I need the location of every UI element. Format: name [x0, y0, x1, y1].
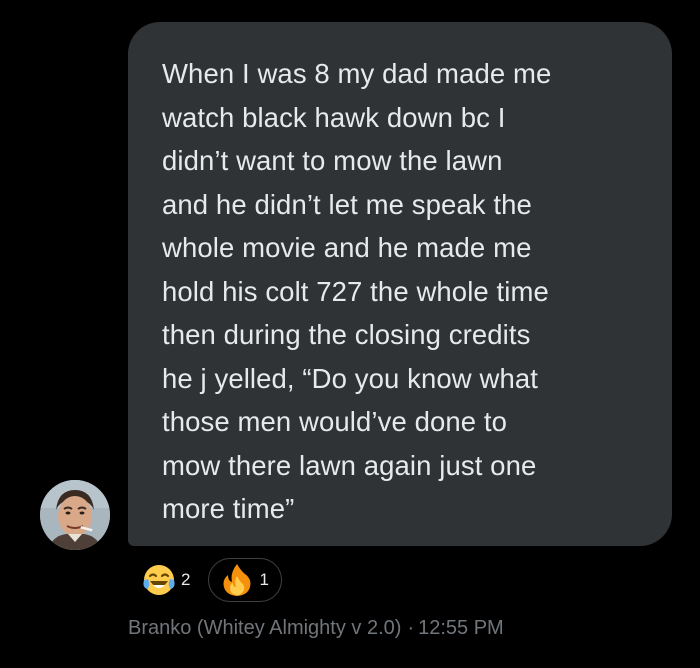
- message-bubble[interactable]: When I was 8 my dad made me watch black …: [128, 22, 672, 546]
- sender-name[interactable]: Branko (Whitey Almighty v 2.0): [128, 617, 401, 639]
- message-meta: Branko (Whitey Almighty v 2.0) · 12:55 PM: [128, 617, 504, 640]
- avatar-image: [40, 480, 110, 550]
- reaction-fire[interactable]: 1: [208, 558, 282, 602]
- laughing-tears-emoji-icon: [143, 565, 175, 595]
- fire-emoji-icon: [223, 564, 251, 596]
- avatar[interactable]: [40, 480, 110, 550]
- message-time: 12:55 PM: [418, 617, 504, 639]
- message-text: When I was 8 my dad made me watch black …: [162, 58, 552, 524]
- reaction-laughing[interactable]: 2: [137, 558, 198, 602]
- meta-separator: ·: [407, 617, 415, 639]
- message-row: When I was 8 my dad made me watch black …: [0, 0, 700, 668]
- reaction-count: 2: [181, 570, 191, 589]
- reactions-bar: 2 1: [137, 556, 282, 604]
- reaction-count: 1: [259, 570, 269, 589]
